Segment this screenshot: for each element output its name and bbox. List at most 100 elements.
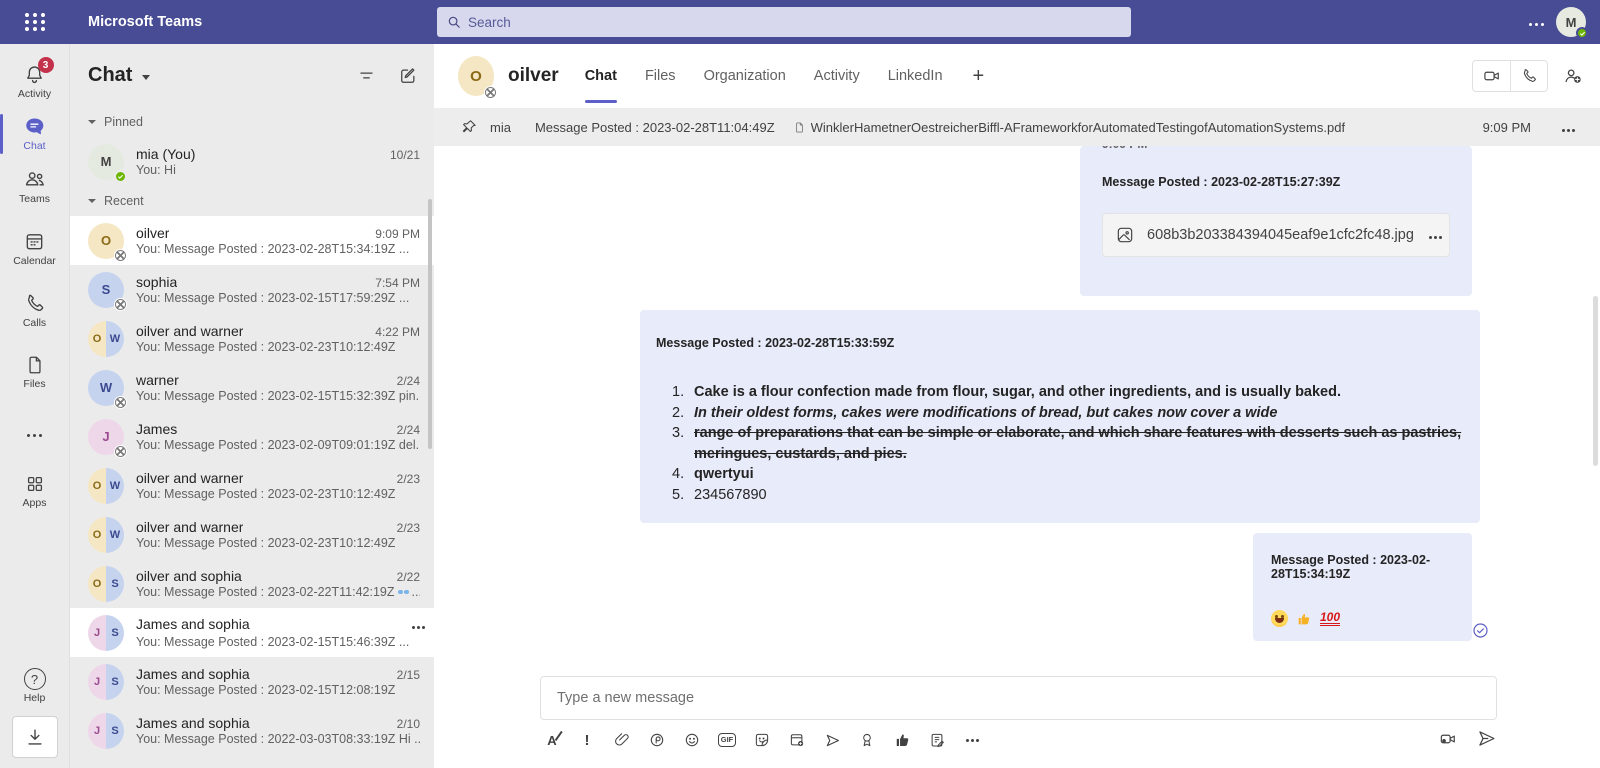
chat-list-item[interactable]: JS James and sophia 2/10 You: Message Pos… (70, 706, 434, 755)
chat-list-item[interactable]: J James 2/24 You: Message Posted : 2023-0… (70, 412, 434, 461)
search-bar[interactable] (437, 7, 1131, 37)
chat-list-scrollbar[interactable] (428, 199, 432, 449)
praise-button[interactable] (855, 728, 879, 752)
pinned-time: 9:09 PM (1482, 119, 1531, 135)
compose-more-button[interactable] (960, 728, 984, 752)
avatar: S (88, 271, 127, 311)
message-scrollbar[interactable] (1593, 296, 1598, 466)
message-title: Message Posted : 2023-02-28T15:34:19Z (1271, 553, 1431, 581)
compose-area: A ! GIF (434, 670, 1600, 768)
paperclip-icon (615, 733, 629, 746)
emoji-button[interactable] (680, 728, 704, 752)
rail-item-activity[interactable]: Activity 3 (0, 56, 70, 108)
loop-component-button[interactable] (645, 728, 669, 752)
presence-offline-icon (114, 297, 127, 311)
hundred-points-emoji[interactable]: 100 (1320, 611, 1341, 626)
pinned-sender: mia (490, 119, 511, 135)
chat-item-more-icon[interactable] (409, 616, 420, 634)
compose-box[interactable] (540, 676, 1497, 720)
document-icon (795, 121, 803, 133)
conversation-avatar[interactable]: O (458, 56, 497, 99)
send-button[interactable] (1476, 728, 1497, 749)
avatar-group: JS (88, 712, 124, 749)
chat-list-item[interactable]: O oilver 9:09 PM You: Message Posted : 20… (70, 216, 434, 265)
list-item-text: 234567890 (694, 486, 767, 503)
phone-icon (1523, 69, 1536, 82)
attachment-card[interactable]: 608b3b203384394045eaf9e1cfc2fc48.jpg (1102, 213, 1450, 257)
rail-item-help[interactable]: ? Help (0, 661, 70, 712)
attachment-more-icon[interactable] (1434, 226, 1437, 244)
audio-call-button[interactable] (1510, 61, 1547, 91)
emoji-icon (685, 733, 699, 747)
rail-item-files[interactable]: Files (0, 347, 70, 398)
rail-item-chat[interactable]: Chat (0, 108, 70, 160)
avatar: J (88, 418, 127, 458)
presence-offline-icon (484, 86, 497, 99)
app-title: Microsoft Teams (88, 14, 203, 30)
send-icon (1479, 731, 1495, 746)
tab-organization[interactable]: Organization (704, 44, 786, 108)
avatar-group: OS (88, 565, 124, 602)
teams-app-window: Microsoft Teams M Activity 3 Chat (0, 0, 1600, 768)
chat-dropdown-chevron-icon[interactable] (142, 75, 151, 80)
tab-files[interactable]: Files (645, 44, 676, 108)
rail-item-teams[interactable]: Teams (0, 160, 70, 213)
importance-button[interactable]: ! (575, 728, 599, 752)
chat-list-item-pinned-mia[interactable]: M mia (You) 10/21 You: Hi (70, 137, 434, 186)
pinned-more-icon[interactable] (1567, 120, 1570, 135)
conversation-tabs: Chat Files Organization Activity LinkedI… (584, 44, 985, 108)
rail-item-apps[interactable]: Apps (0, 466, 70, 517)
read-receipt-icon (1471, 621, 1490, 640)
presence-available-icon (1576, 27, 1588, 39)
pinned-section-header[interactable]: Pinned (70, 107, 434, 137)
help-icon: ? (23, 668, 46, 690)
new-chat-icon[interactable] (398, 66, 418, 86)
chat-list-item[interactable]: OW oilver and warner 2/23 You: Message Po… (70, 461, 434, 510)
format-icon: A (547, 732, 557, 748)
recent-section-header[interactable]: Recent (70, 186, 434, 216)
pin-icon (462, 120, 476, 133)
chat-list-item[interactable]: OW oilver and warner 2/23 You: Message Po… (70, 510, 434, 559)
rail-item-calendar[interactable]: Calendar (0, 223, 70, 275)
user-avatar[interactable]: M (1556, 7, 1588, 39)
chat-list-item[interactable]: JS James and sophia 2/15 You: Message Pos… (70, 657, 434, 706)
schedule-meeting-button[interactable] (785, 728, 809, 752)
tab-chat[interactable]: Chat (584, 44, 618, 108)
message-title: Message Posted : 2023-02-28T15:27:39Z (1102, 175, 1341, 189)
app-launcher-waffle-icon[interactable] (0, 13, 70, 31)
tab-activity[interactable]: Activity (814, 44, 860, 108)
tasks-button[interactable] (925, 728, 949, 752)
chat-list-item[interactable]: OS oilver and sophia 2/22 You: Message Po… (70, 559, 434, 608)
pinned-filename: WinklerHametnerOestreicherBiffl-AFramewo… (810, 119, 1346, 135)
message-list: 9:09 PM Message Posted : 2023-02-28T15:2… (434, 146, 1600, 670)
chat-list-item[interactable]: OW oilver and warner 4:22 PM You: Message… (70, 314, 434, 363)
rail-item-calls[interactable]: Calls (0, 285, 70, 337)
importance-icon: ! (584, 731, 590, 749)
rail-more-icon[interactable] (33, 412, 36, 454)
topbar-more-icon[interactable] (1535, 13, 1538, 31)
thumbs-up-emoji[interactable] (1296, 611, 1312, 627)
download-icon (27, 729, 42, 745)
filter-icon[interactable] (357, 66, 376, 85)
presence-offline-icon (114, 395, 127, 409)
tab-linkedin[interactable]: LinkedIn (888, 44, 943, 108)
video-call-button[interactable] (1473, 61, 1510, 91)
chat-list-item[interactable]: JS James and sophia You: Message Posted … (70, 608, 434, 657)
approvals-button[interactable] (890, 728, 914, 752)
format-button[interactable]: A (540, 728, 564, 752)
gif-button[interactable]: GIF (715, 728, 739, 752)
sticker-button[interactable] (750, 728, 774, 752)
add-people-button[interactable] (1562, 65, 1584, 87)
grinning-face-emoji[interactable] (1271, 610, 1288, 627)
calendar-add-icon (790, 734, 804, 747)
download-desktop-button[interactable] (11, 716, 58, 758)
search-input[interactable] (468, 14, 1121, 30)
send-later-button[interactable] (820, 728, 844, 752)
video-clip-button[interactable] (1438, 729, 1458, 749)
chat-list-item[interactable]: W warner 2/24 You: Message Posted : 2023-… (70, 363, 434, 412)
pinned-message-bar[interactable]: mia Message Posted : 2023-02-28T11:04:49… (434, 108, 1600, 146)
message-input[interactable] (557, 690, 1480, 706)
chat-list-item[interactable]: S sophia 7:54 PM You: Message Posted : 20… (70, 265, 434, 314)
add-tab-icon[interactable]: + (973, 65, 985, 88)
attach-button[interactable] (610, 728, 634, 752)
